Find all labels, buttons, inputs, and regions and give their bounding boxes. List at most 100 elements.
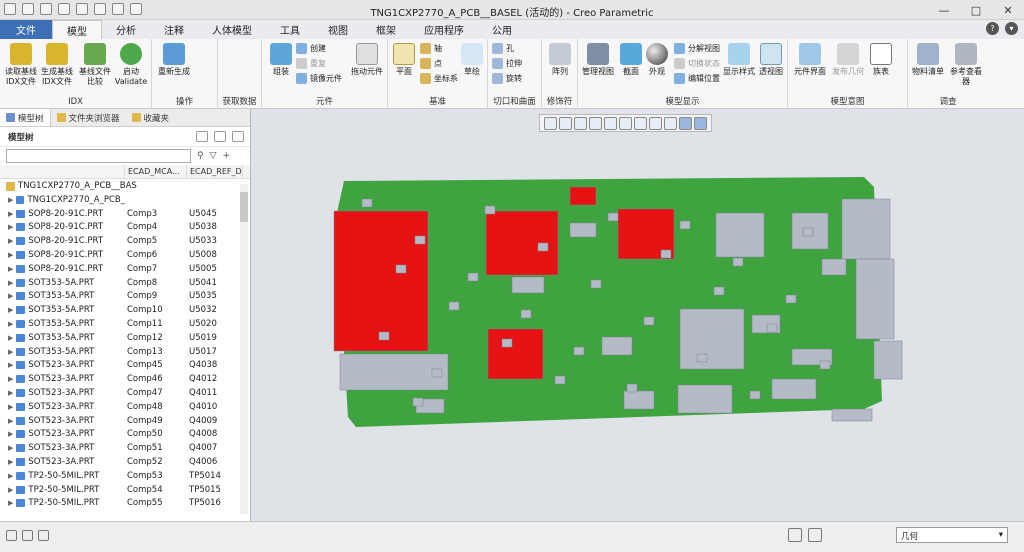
- component[interactable]: [679, 308, 745, 370]
- axis-button[interactable]: 轴: [420, 43, 442, 54]
- small-component[interactable]: [660, 249, 672, 259]
- pattern-button[interactable]: 阵列: [546, 43, 574, 77]
- component[interactable]: [873, 340, 903, 380]
- edit-position-button[interactable]: 编辑位置: [674, 73, 720, 84]
- small-component[interactable]: [819, 360, 831, 370]
- tab-9[interactable]: 公用: [478, 20, 526, 39]
- compare-idx-button[interactable]: 基线文件 比较: [78, 43, 112, 87]
- expand-arrow-icon[interactable]: ▶: [8, 389, 13, 397]
- add-icon[interactable]: +: [223, 151, 231, 161]
- help-icon[interactable]: ?: [986, 22, 999, 35]
- small-component[interactable]: [361, 198, 373, 208]
- component[interactable]: [821, 258, 847, 276]
- revolve-button[interactable]: 旋转: [492, 73, 522, 84]
- saved-orientations-icon[interactable]: [619, 117, 632, 130]
- point-button[interactable]: 点: [420, 58, 442, 69]
- spin-center-icon[interactable]: [694, 117, 707, 130]
- small-component[interactable]: [590, 279, 602, 289]
- small-component[interactable]: [607, 212, 619, 222]
- message-icon[interactable]: [22, 530, 33, 541]
- expand-arrow-icon[interactable]: ▶: [8, 196, 13, 204]
- col-name[interactable]: [0, 165, 125, 178]
- tab-6[interactable]: 视图: [314, 20, 362, 39]
- tree-row[interactable]: ▶ TP2-50-5MIL.PRT Comp55 TP5016: [0, 497, 250, 511]
- tree-row[interactable]: ▶ SOT523-3A.PRT Comp52 Q4006: [0, 455, 250, 469]
- filter-icon[interactable]: ▽: [210, 151, 217, 161]
- appearance-button[interactable]: 外观: [644, 43, 670, 77]
- zoom-out-icon[interactable]: [574, 117, 587, 130]
- tree-row[interactable]: ▶ SOT353-5A.PRT Comp10 U5032: [0, 303, 250, 317]
- tab-0[interactable]: 文件: [0, 20, 52, 39]
- tree-row[interactable]: ▶ TP2-50-5MIL.PRT Comp53 TP5014: [0, 469, 250, 483]
- datum-display-icon[interactable]: [664, 117, 677, 130]
- tree-row[interactable]: ▶ SOT353-5A.PRT Comp11 U5020: [0, 317, 250, 331]
- expand-arrow-icon[interactable]: ▶: [8, 210, 13, 218]
- component[interactable]: [569, 222, 597, 238]
- family-table-button[interactable]: 族表: [868, 43, 894, 77]
- tree-scrollbar[interactable]: [240, 184, 248, 514]
- tree-row[interactable]: ▶ SOT523-3A.PRT Comp47 Q4011: [0, 386, 250, 400]
- tree-row[interactable]: ▶ SOT523-3A.PRT Comp51 Q4007: [0, 441, 250, 455]
- small-component[interactable]: [802, 227, 814, 237]
- tab-5[interactable]: 工具: [266, 20, 314, 39]
- pcb-model[interactable]: [252, 109, 1024, 521]
- expand-arrow-icon[interactable]: ▶: [8, 430, 13, 438]
- component[interactable]: [831, 408, 873, 422]
- small-component[interactable]: [431, 368, 443, 378]
- hole-button[interactable]: 孔: [492, 43, 514, 54]
- close-icon[interactable]: ✕: [992, 0, 1024, 20]
- expand-arrow-icon[interactable]: ▶: [8, 361, 13, 369]
- tab-model-tree[interactable]: 模型树: [0, 109, 51, 126]
- maximize-icon[interactable]: □: [960, 0, 992, 20]
- small-component[interactable]: [520, 309, 532, 319]
- small-component[interactable]: [537, 242, 549, 252]
- tree-row[interactable]: ▶ SOT353-5A.PRT Comp8 U5041: [0, 276, 250, 290]
- tab-7[interactable]: 框架: [362, 20, 410, 39]
- highlighted-component[interactable]: [333, 210, 429, 352]
- extrude-button[interactable]: 拉伸: [492, 58, 522, 69]
- col-ecad-ref[interactable]: ECAD_REF_D...: [187, 165, 243, 178]
- small-component[interactable]: [679, 220, 691, 230]
- navigator-icon[interactable]: [6, 530, 17, 541]
- small-component[interactable]: [501, 338, 513, 348]
- scroll-thumb[interactable]: [240, 192, 248, 222]
- expand-arrow-icon[interactable]: ▶: [8, 403, 13, 411]
- small-component[interactable]: [414, 235, 426, 245]
- small-component[interactable]: [643, 316, 655, 326]
- small-component[interactable]: [573, 346, 585, 356]
- plane-button[interactable]: 平面: [392, 43, 416, 77]
- select-icon[interactable]: [808, 528, 822, 542]
- manage-view-button[interactable]: 管理视图: [580, 43, 616, 77]
- find-icon[interactable]: [788, 528, 802, 542]
- small-component[interactable]: [749, 390, 761, 400]
- small-component[interactable]: [484, 205, 496, 215]
- expand-arrow-icon[interactable]: ▶: [8, 458, 13, 466]
- repaint-icon[interactable]: [589, 117, 602, 130]
- tab-4[interactable]: 人体模型: [198, 20, 266, 39]
- tree-row[interactable]: ▶ SOP8-20-91C.PRT Comp7 U5005: [0, 262, 250, 276]
- tree-row[interactable]: ▶ SOP8-20-91C.PRT Comp3 U5045: [0, 207, 250, 221]
- assemble-button[interactable]: 组装: [266, 43, 296, 77]
- display-style-button[interactable]: 显示样式: [722, 43, 756, 77]
- small-component[interactable]: [448, 301, 460, 311]
- component[interactable]: [715, 212, 765, 258]
- tree-row[interactable]: ▶ SOT523-3A.PRT Comp45 Q4038: [0, 359, 250, 373]
- refit-icon[interactable]: [544, 117, 557, 130]
- zoom-in-icon[interactable]: [559, 117, 572, 130]
- tab-folder-browser[interactable]: 文件夹浏览器: [51, 109, 126, 126]
- small-component[interactable]: [766, 323, 778, 333]
- create-button[interactable]: 创建: [296, 43, 326, 54]
- expand-arrow-icon[interactable]: ▶: [8, 444, 13, 452]
- expand-arrow-icon[interactable]: ▶: [8, 417, 13, 425]
- expand-arrow-icon[interactable]: ▶: [8, 306, 13, 314]
- perspective-view-icon[interactable]: [649, 117, 662, 130]
- graphics-area[interactable]: [252, 109, 1024, 521]
- mirror-button[interactable]: 镜像元件: [296, 73, 342, 84]
- component[interactable]: [841, 198, 891, 260]
- component[interactable]: [677, 384, 733, 414]
- section-button[interactable]: 截面: [618, 43, 644, 77]
- tree-row[interactable]: ▶ SOP8-20-91C.PRT Comp5 U5033: [0, 234, 250, 248]
- annotation-display-icon[interactable]: [679, 117, 692, 130]
- expand-arrow-icon[interactable]: ▶: [8, 348, 13, 356]
- gen-idx-button[interactable]: 生成基线 IDX文件: [40, 43, 74, 87]
